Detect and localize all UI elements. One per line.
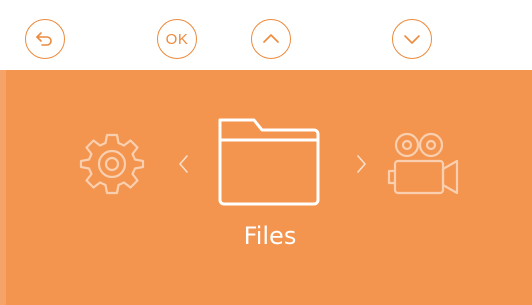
gear-icon[interactable] [79, 131, 145, 197]
folder-icon[interactable] [214, 110, 326, 210]
chevron-left-icon[interactable] [177, 152, 191, 176]
back-button[interactable] [25, 19, 65, 59]
back-arrow-icon [36, 32, 52, 46]
video-camera-icon[interactable] [383, 131, 465, 197]
chevron-down-icon [404, 35, 420, 44]
up-button[interactable] [251, 19, 291, 59]
toolbar: OK [0, 0, 532, 70]
left-edge-strip [0, 70, 6, 305]
chevron-up-icon [263, 34, 279, 43]
ok-label: OK [165, 30, 189, 48]
device-screen: OK Files [0, 0, 532, 305]
selected-item-label: Files [243, 222, 297, 250]
ok-button[interactable]: OK [157, 19, 197, 59]
down-button[interactable] [392, 19, 432, 59]
chevron-right-icon[interactable] [354, 152, 368, 176]
